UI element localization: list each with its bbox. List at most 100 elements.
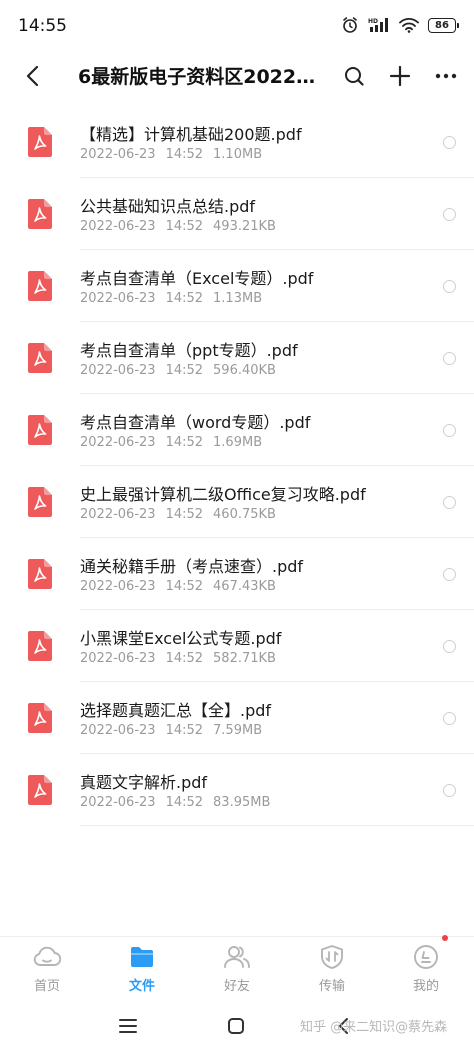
select-radio[interactable] xyxy=(443,496,456,509)
file-date: 2022-06-23 xyxy=(80,147,156,162)
file-size: 1.10MB xyxy=(213,147,263,162)
file-meta: 2022-06-23 14:52 1.69MB xyxy=(80,435,272,450)
more-icon xyxy=(435,73,457,79)
file-meta: 2022-06-23 14:52 596.40KB xyxy=(80,363,286,378)
select-radio[interactable] xyxy=(443,352,456,365)
home-button[interactable] xyxy=(222,1012,250,1040)
file-size: 493.21KB xyxy=(213,219,276,234)
more-button[interactable] xyxy=(430,60,462,92)
file-name: 通关秘籍手册（考点速查）.pdf xyxy=(80,557,304,576)
plus-icon xyxy=(389,65,411,87)
back-icon xyxy=(26,65,39,87)
file-meta: 2022-06-23 14:52 493.21KB xyxy=(80,219,286,234)
tab-home[interactable]: 首页 xyxy=(17,943,77,999)
friends-icon xyxy=(223,943,251,971)
file-row[interactable]: 真题文字解析.pdf 2022-06-23 14:52 83.95MB xyxy=(0,754,474,826)
file-size: 1.69MB xyxy=(213,435,263,450)
svg-text:HD: HD xyxy=(368,18,378,25)
tab-label: 首页 xyxy=(33,979,60,994)
pdf-file-icon xyxy=(28,127,52,157)
pdf-file-icon xyxy=(28,415,52,445)
file-size: 596.40KB xyxy=(213,363,276,378)
bottom-tab-bar: 首页 文件 好友 传输 我的 xyxy=(0,936,474,998)
file-row[interactable]: 考点自查清单（word专题）.pdf 2022-06-23 14:52 1.69MB xyxy=(0,394,474,466)
file-name: 考点自查清单（ppt专题）.pdf xyxy=(80,341,298,360)
file-row[interactable]: 公共基础知识点总结.pdf 2022-06-23 14:52 493.21KB xyxy=(0,178,474,250)
file-row[interactable]: 考点自查清单（Excel专题）.pdf 2022-06-23 14:52 1.13M… xyxy=(0,250,474,322)
file-meta: 2022-06-23 14:52 1.13MB xyxy=(80,291,272,306)
select-radio[interactable] xyxy=(443,136,456,149)
file-name: 选择题真题汇总【全】.pdf xyxy=(80,701,272,720)
watermark-text: 知乎 @来二知识@蔡先森 xyxy=(300,1020,448,1035)
file-size: 582.71KB xyxy=(213,651,276,666)
status-icons: HD 86 xyxy=(341,16,459,34)
file-meta: 2022-06-23 14:52 460.75KB xyxy=(80,507,286,522)
tab-friends[interactable]: 好友 xyxy=(207,943,267,999)
file-date: 2022-06-23 xyxy=(80,651,156,666)
file-name: 考点自查清单（Excel专题）.pdf xyxy=(80,269,314,288)
file-time: 14:52 xyxy=(165,651,204,666)
back-button[interactable] xyxy=(18,61,48,91)
file-row[interactable]: 小黑课堂Excel公式专题.pdf 2022-06-23 14:52 582.71K… xyxy=(0,610,474,682)
tab-label: 我的 xyxy=(412,979,439,994)
select-radio[interactable] xyxy=(443,568,456,581)
file-date: 2022-06-23 xyxy=(80,219,156,234)
file-date: 2022-06-23 xyxy=(80,435,156,450)
file-meta: 2022-06-23 14:52 7.59MB xyxy=(80,723,272,738)
file-name: 真题文字解析.pdf xyxy=(80,773,208,792)
folder-icon xyxy=(128,943,156,971)
file-time: 14:52 xyxy=(165,291,204,306)
tab-label: 传输 xyxy=(318,979,345,994)
file-size: 467.43KB xyxy=(213,579,276,594)
alarm-icon xyxy=(341,16,359,34)
select-radio[interactable] xyxy=(443,712,456,725)
select-radio[interactable] xyxy=(443,208,456,221)
pdf-file-icon xyxy=(28,703,52,733)
page-title: 6最新版电子资料区2022年… xyxy=(78,66,334,88)
file-row[interactable]: 考点自查清单（ppt专题）.pdf 2022-06-23 14:52 596.40K… xyxy=(0,322,474,394)
pdf-file-icon xyxy=(28,199,52,229)
search-button[interactable] xyxy=(338,60,370,92)
file-time: 14:52 xyxy=(165,795,204,810)
recent-apps-button[interactable] xyxy=(114,1012,142,1040)
file-name: 【精选】计算机基础200题.pdf xyxy=(80,125,302,144)
tab-files[interactable]: 文件 xyxy=(112,943,172,999)
search-icon xyxy=(345,67,364,86)
file-row[interactable]: 选择题真题汇总【全】.pdf 2022-06-23 14:52 7.59MB xyxy=(0,682,474,754)
select-radio[interactable] xyxy=(443,280,456,293)
file-size: 7.59MB xyxy=(213,723,263,738)
cloud-home-icon xyxy=(33,943,61,971)
file-date: 2022-06-23 xyxy=(80,579,156,594)
file-date: 2022-06-23 xyxy=(80,363,156,378)
menu-icon xyxy=(119,1019,137,1033)
pdf-file-icon xyxy=(28,271,52,301)
file-time: 14:52 xyxy=(165,507,204,522)
file-date: 2022-06-23 xyxy=(80,507,156,522)
pdf-file-icon xyxy=(28,775,52,805)
file-name: 公共基础知识点总结.pdf xyxy=(80,197,256,216)
file-time: 14:52 xyxy=(165,723,204,738)
hd-signal-icon: HD xyxy=(368,17,390,33)
file-time: 14:52 xyxy=(165,435,204,450)
pdf-file-icon xyxy=(28,559,52,589)
file-time: 14:52 xyxy=(165,579,204,594)
tab-mine[interactable]: 我的 xyxy=(396,943,456,999)
file-size: 460.75KB xyxy=(213,507,276,522)
file-row[interactable]: 史上最强计算机二级Office复习攻略.pdf 2022-06-23 14:52 4… xyxy=(0,466,474,538)
file-row[interactable]: 通关秘籍手册（考点速查）.pdf 2022-06-23 14:52 467.43KB xyxy=(0,538,474,610)
file-row[interactable]: 【精选】计算机基础200题.pdf 2022-06-23 14:52 1.10MB xyxy=(0,106,474,178)
file-meta: 2022-06-23 14:52 467.43KB xyxy=(80,579,286,594)
pdf-file-icon xyxy=(28,487,52,517)
pdf-file-icon xyxy=(28,343,52,373)
select-radio[interactable] xyxy=(443,640,456,653)
file-name: 考点自查清单（word专题）.pdf xyxy=(80,413,311,432)
file-time: 14:52 xyxy=(165,363,204,378)
notification-badge xyxy=(442,935,448,941)
profile-icon xyxy=(412,943,440,971)
select-radio[interactable] xyxy=(443,784,456,797)
header-bar: 6最新版电子资料区2022年… xyxy=(0,48,474,104)
add-button[interactable] xyxy=(384,60,416,92)
select-radio[interactable] xyxy=(443,424,456,437)
tab-transfer[interactable]: 传输 xyxy=(302,943,362,999)
file-name: 史上最强计算机二级Office复习攻略.pdf xyxy=(80,485,366,504)
